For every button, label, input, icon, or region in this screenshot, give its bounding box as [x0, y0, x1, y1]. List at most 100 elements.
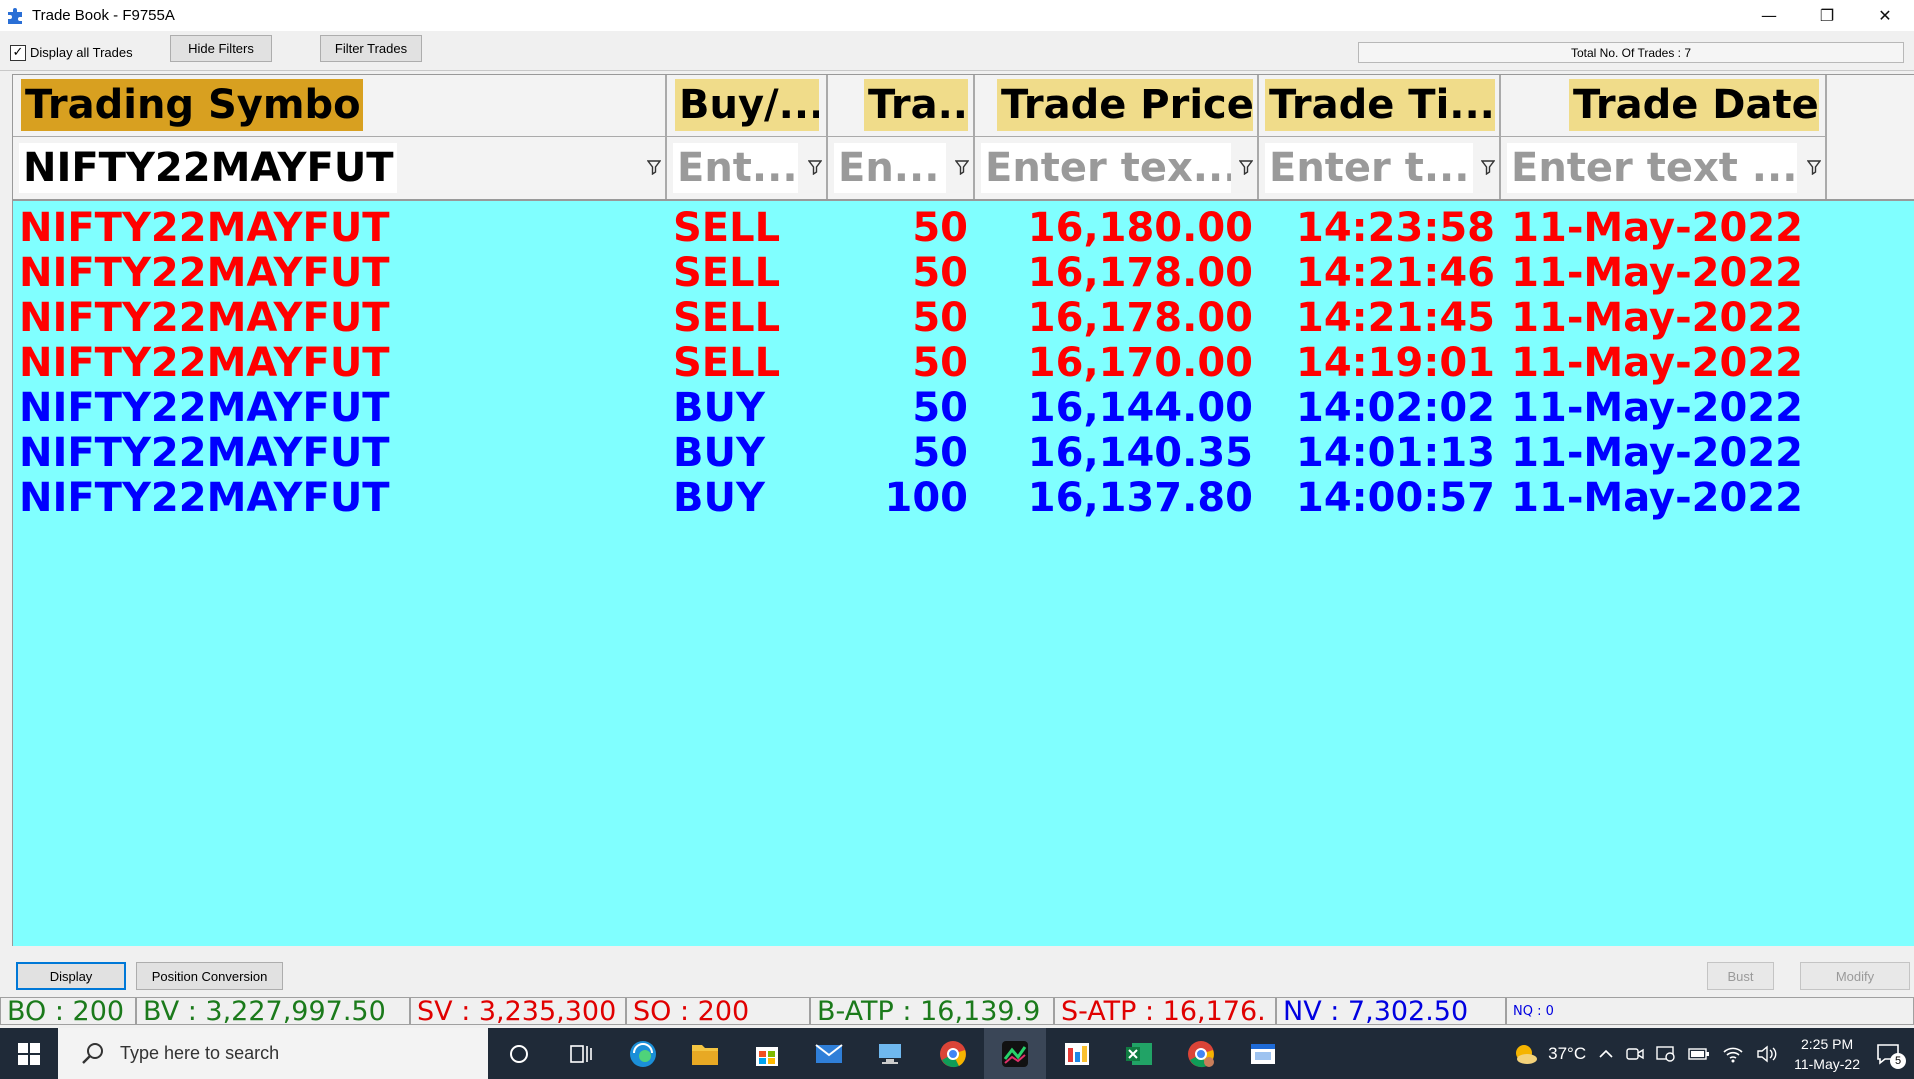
column-header-buy-sell[interactable]: Buy/...	[667, 75, 828, 137]
cortana-icon[interactable]	[488, 1028, 550, 1079]
battery-icon[interactable]	[1688, 1047, 1710, 1061]
column-header-trade-price[interactable]: Trade Price	[975, 75, 1259, 137]
edge-browser-icon[interactable]	[612, 1028, 674, 1079]
filter-trades-button[interactable]: Filter Trades	[320, 35, 422, 62]
filter-funnel-icon[interactable]	[808, 159, 822, 175]
grid-header: Trading Symbol Buy/... Tra... Trade Pric…	[13, 75, 1914, 201]
trading-app-icon[interactable]	[984, 1028, 1046, 1079]
window-title: Trade Book - F9755A	[32, 7, 175, 24]
microsoft-store-icon[interactable]	[736, 1028, 798, 1079]
bottom-button-bar: Display Position Conversion Bust Modify	[0, 956, 1914, 990]
cell-side: BUY	[673, 474, 765, 521]
taskbar-search-box[interactable]: Type here to search	[58, 1028, 488, 1079]
filter-input-trade-time[interactable]: Enter t...	[1265, 143, 1473, 193]
filter-input-buy-sell[interactable]: Ent...	[673, 143, 798, 193]
column-header-trade-qty[interactable]: Tra...	[828, 75, 975, 137]
chrome-icon[interactable]	[922, 1028, 984, 1079]
task-view-icon[interactable]	[550, 1028, 612, 1079]
clock-time: 2:25 PM	[1800, 1035, 1854, 1052]
cell-side: SELL	[673, 339, 781, 386]
bust-button[interactable]: Bust	[1707, 962, 1774, 990]
table-row[interactable]: NIFTY22MAYFUT SELL 50 16,170.00 14:19:01…	[13, 339, 1914, 386]
column-header-label: Trade Date	[1569, 79, 1819, 131]
mail-icon[interactable]	[798, 1028, 860, 1079]
cell-date: 11-May-2022	[1511, 474, 1803, 521]
minimize-button[interactable]: —	[1740, 0, 1798, 31]
search-icon	[82, 1042, 103, 1064]
system-tray: 37°C 2:25 PM 11-May-22 5	[1506, 1028, 1914, 1079]
wifi-icon[interactable]	[1722, 1045, 1744, 1063]
table-row[interactable]: NIFTY22MAYFUT BUY 100 16,137.80 14:00:57…	[13, 474, 1914, 521]
windows-taskbar: Type here to search 37°C 2:25 PM 11-May-…	[0, 1028, 1914, 1079]
filter-input-trade-date[interactable]: Enter text ...	[1507, 143, 1797, 193]
excel-icon[interactable]	[1108, 1028, 1170, 1079]
status-so: SO : 200	[626, 997, 810, 1025]
cell-date: 11-May-2022	[1511, 339, 1803, 386]
cell-qty: 50	[912, 249, 968, 296]
meet-now-icon[interactable]	[1626, 1046, 1644, 1062]
cell-price: 16,170.00	[1027, 339, 1253, 386]
cell-symbol: NIFTY22MAYFUT	[19, 249, 390, 296]
column-header-label: Trade Price	[997, 79, 1253, 131]
close-button[interactable]: ✕	[1856, 0, 1914, 31]
restore-button[interactable]: ❐	[1798, 0, 1856, 31]
column-header-trade-time[interactable]: Trade Ti...	[1259, 75, 1501, 137]
cell-time: 14:02:02	[1296, 384, 1495, 431]
cell-time: 14:01:13	[1296, 429, 1495, 476]
hide-filters-button[interactable]: Hide Filters	[170, 35, 272, 62]
filter-cell-trade-price: Enter tex...	[975, 137, 1259, 199]
taskbar-clock[interactable]: 2:25 PM 11-May-22	[1794, 1034, 1860, 1074]
cell-date: 11-May-2022	[1511, 384, 1803, 431]
display-settings-icon[interactable]	[1656, 1045, 1676, 1063]
chart-tool-icon[interactable]	[1046, 1028, 1108, 1079]
window-app-icon[interactable]	[1232, 1028, 1294, 1079]
cell-price: 16,178.00	[1027, 249, 1253, 296]
cell-price: 16,144.00	[1027, 384, 1253, 431]
status-nv: NV : 7,302.50	[1276, 997, 1506, 1025]
status-nq: NQ : 0	[1506, 997, 1914, 1025]
cell-side: SELL	[673, 204, 781, 251]
table-row[interactable]: NIFTY22MAYFUT BUY 50 16,144.00 14:02:02 …	[13, 384, 1914, 431]
display-button[interactable]: Display	[16, 962, 126, 990]
display-all-label: Display all Trades	[30, 45, 133, 60]
modify-button[interactable]: Modify	[1800, 962, 1910, 990]
weather-widget[interactable]: 37°C	[1512, 1042, 1586, 1066]
display-all-checkbox[interactable]: ✓	[10, 45, 26, 61]
filter-input-trade-price[interactable]: Enter tex...	[981, 143, 1231, 193]
table-row[interactable]: NIFTY22MAYFUT SELL 50 16,178.00 14:21:46…	[13, 249, 1914, 296]
cell-side: BUY	[673, 429, 765, 476]
start-button[interactable]	[0, 1028, 58, 1079]
filter-funnel-icon[interactable]	[1239, 159, 1253, 175]
filter-funnel-icon[interactable]	[1807, 159, 1821, 175]
volume-icon[interactable]	[1756, 1045, 1778, 1063]
column-header-trade-date[interactable]: Trade Date	[1501, 75, 1827, 137]
clock-date: 11-May-22	[1794, 1055, 1860, 1072]
notification-center-button[interactable]: 5	[1876, 1043, 1906, 1069]
filter-input-trading-symbol[interactable]: NIFTY22MAYFUT	[19, 143, 397, 193]
remote-desktop-icon[interactable]	[860, 1028, 922, 1079]
chrome-profile-icon[interactable]	[1170, 1028, 1232, 1079]
column-header-trading-symbol[interactable]: Trading Symbol	[13, 75, 667, 137]
cell-symbol: NIFTY22MAYFUT	[19, 204, 390, 251]
filter-cell-buy-sell: Ent...	[667, 137, 828, 199]
chevron-up-icon[interactable]	[1598, 1048, 1614, 1060]
filter-funnel-icon[interactable]	[647, 159, 661, 175]
toolbar: ✓ Display all Trades Hide Filters Filter…	[0, 31, 1914, 71]
cell-qty: 50	[912, 294, 968, 341]
title-bar: Trade Book - F9755A — ❐ ✕	[0, 0, 1914, 31]
table-row[interactable]: NIFTY22MAYFUT SELL 50 16,178.00 14:21:45…	[13, 294, 1914, 341]
file-explorer-icon[interactable]	[674, 1028, 736, 1079]
table-row[interactable]: NIFTY22MAYFUT SELL 50 16,180.00 14:23:58…	[13, 204, 1914, 251]
column-header-label: Buy/...	[675, 79, 819, 131]
cell-time: 14:21:45	[1296, 294, 1495, 341]
table-row[interactable]: NIFTY22MAYFUT BUY 50 16,140.35 14:01:13 …	[13, 429, 1914, 476]
filter-cell-trade-time: Enter t...	[1259, 137, 1501, 199]
filter-funnel-icon[interactable]	[1481, 159, 1495, 175]
cell-symbol: NIFTY22MAYFUT	[19, 474, 390, 521]
cell-qty: 50	[912, 384, 968, 431]
cell-side: SELL	[673, 249, 781, 296]
status-s-atp: S-ATP : 16,176.	[1054, 997, 1276, 1025]
position-conversion-button[interactable]: Position Conversion	[136, 962, 283, 990]
filter-input-trade-qty[interactable]: En...	[834, 143, 946, 193]
filter-funnel-icon[interactable]	[955, 159, 969, 175]
